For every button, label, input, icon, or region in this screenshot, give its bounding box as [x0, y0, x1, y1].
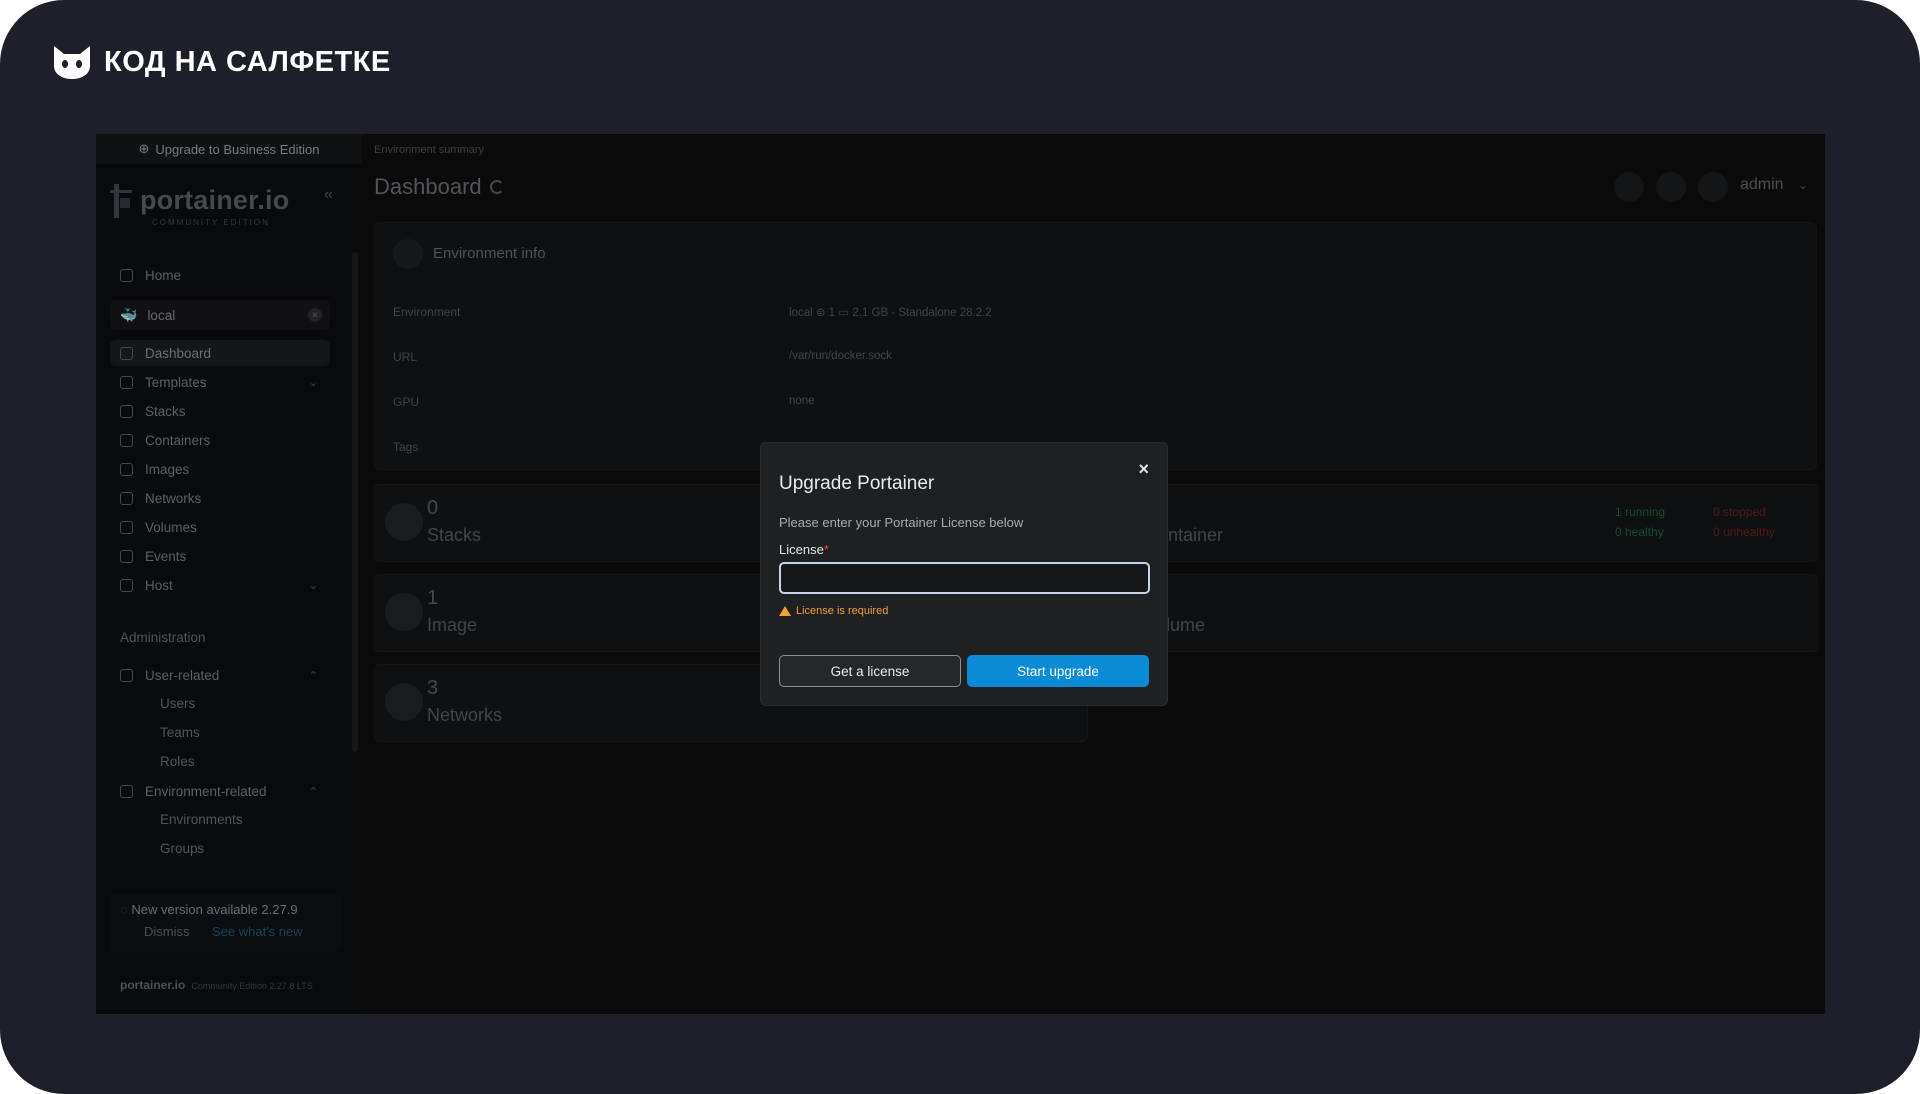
modal-title: Upgrade Portainer: [779, 473, 935, 494]
required-marker: *: [823, 542, 829, 557]
brand-name: КОД НА САЛФЕТКЕ: [104, 45, 391, 78]
license-label: License*: [779, 542, 829, 557]
get-license-button[interactable]: Get a license: [779, 655, 961, 687]
license-label-text: License: [779, 542, 824, 557]
start-upgrade-button[interactable]: Start upgrade: [967, 655, 1149, 687]
presentation-frame: КОД НА САЛФЕТКЕ ⊕ Upgrade to Business Ed…: [0, 0, 1920, 1094]
brand: КОД НА САЛФЕТКЕ: [52, 44, 391, 80]
license-error: License is required: [779, 605, 888, 617]
portainer-app: ⊕ Upgrade to Business Edition portainer.…: [96, 134, 1825, 1014]
warning-icon: [779, 606, 791, 616]
license-input[interactable]: [779, 562, 1150, 594]
modal-description: Please enter your Portainer License belo…: [779, 515, 1024, 530]
upgrade-modal: × Upgrade Portainer Please enter your Po…: [760, 442, 1168, 706]
close-icon[interactable]: ×: [1138, 459, 1149, 480]
cat-head-icon: [54, 46, 90, 79]
license-error-text: License is required: [796, 605, 889, 617]
